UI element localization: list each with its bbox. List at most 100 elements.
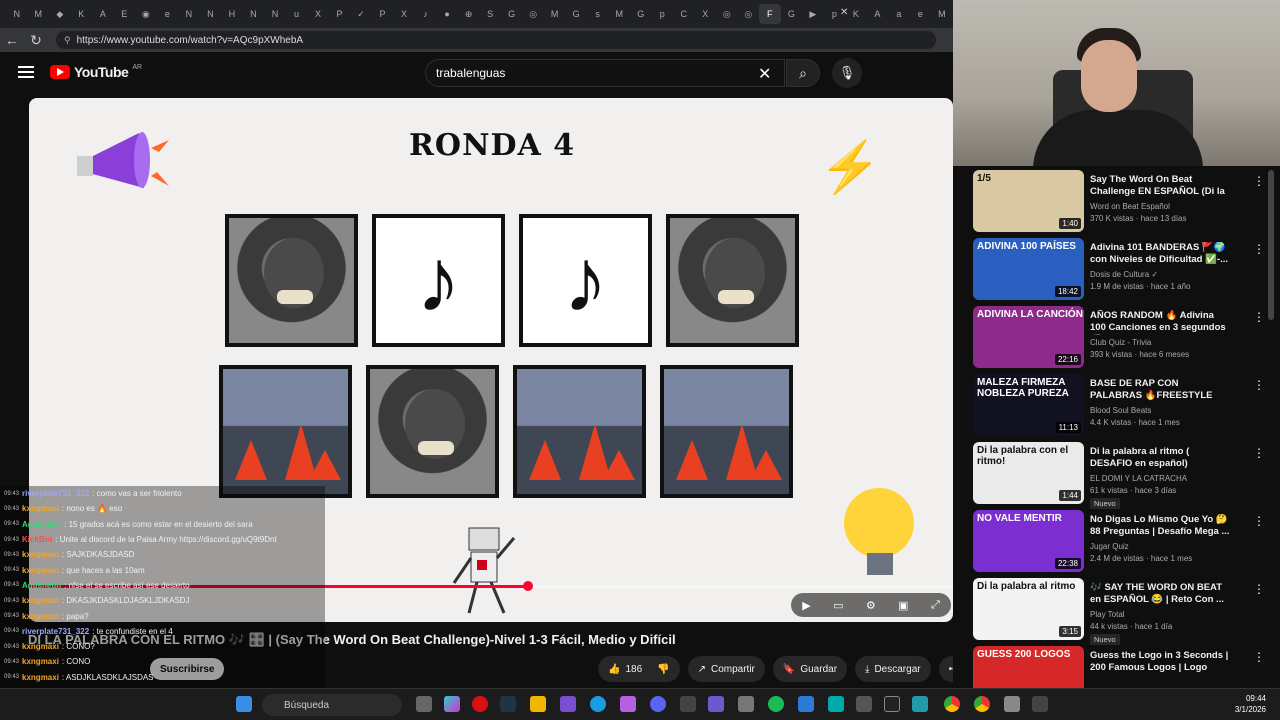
video-thumbnail[interactable]: 1/5 1:40 bbox=[973, 170, 1084, 232]
more-options-icon[interactable]: ⋮ bbox=[1253, 650, 1265, 664]
browser-tab[interactable]: P bbox=[372, 4, 394, 24]
recommended-video[interactable]: Di la palabra al ritmo 3:15 🎶 SAY THE WORD… bbox=[973, 578, 1265, 645]
browser-tab[interactable]: u bbox=[286, 4, 308, 24]
video-thumbnail[interactable]: MALEZA FIRMEZA NOBLEZA PUREZA 11:13 bbox=[973, 374, 1084, 436]
video-thumbnail[interactable]: NO VALE MENTIR 22:38 bbox=[973, 510, 1084, 572]
download-button[interactable]: ⤓ Descargar bbox=[855, 656, 931, 682]
recommended-video[interactable]: GUESS 200 LOGOS Guess the Logo in 3 Secon… bbox=[973, 646, 1265, 688]
recommended-title[interactable]: Di la palabra al ritmo ( DESAFIO en espa… bbox=[1090, 446, 1230, 470]
recommended-title[interactable]: 🎶 SAY THE WORD ON BEAT en ESPAÑOL 😂 | Re… bbox=[1090, 582, 1230, 606]
recommended-title[interactable]: Adivina 101 BANDERAS 🚩🌍 con Niveles de D… bbox=[1090, 242, 1230, 266]
browser-tab[interactable]: X bbox=[307, 4, 329, 24]
vscode-icon[interactable] bbox=[620, 696, 636, 712]
recommended-title[interactable]: BASE DE RAP CON PALABRAS 🔥FREESTYLE RAP … bbox=[1090, 378, 1230, 403]
chrome2-icon[interactable] bbox=[974, 696, 990, 712]
ccleaner-icon[interactable] bbox=[680, 696, 696, 712]
browser-tab[interactable]: ▶ bbox=[802, 4, 824, 24]
browser-tab[interactable]: S bbox=[479, 4, 501, 24]
browser-tab[interactable]: ◎ bbox=[716, 4, 738, 24]
recommended-title[interactable]: No Digas Lo Mismo Que Yo 🤔 88 Preguntas … bbox=[1090, 514, 1230, 538]
windows-start-icon[interactable] bbox=[236, 696, 252, 712]
browser-tab[interactable]: s bbox=[587, 4, 609, 24]
taskbar-search-input[interactable]: Búsqueda bbox=[262, 694, 402, 716]
mail-icon[interactable] bbox=[798, 696, 814, 712]
edge-icon[interactable] bbox=[590, 696, 606, 712]
sidebar-scrollbar[interactable] bbox=[1268, 170, 1274, 320]
progress-scrubber[interactable] bbox=[522, 581, 533, 591]
notepad-icon[interactable] bbox=[738, 696, 754, 712]
spotify-icon[interactable] bbox=[768, 696, 784, 712]
channel-name[interactable]: Dosis de Cultura ✓ bbox=[1090, 270, 1158, 279]
browser-tab[interactable]: G bbox=[781, 4, 803, 24]
voice-search-button[interactable]: 🎙 bbox=[832, 58, 862, 88]
browser-tab[interactable]: K bbox=[71, 4, 93, 24]
recommended-video[interactable]: ADIVINA LA CANCIÓN 22:16 AÑOS RANDOM 🔥 Adi… bbox=[973, 306, 1265, 370]
file-explorer-icon[interactable] bbox=[530, 696, 546, 712]
more-options-icon[interactable]: ⋮ bbox=[1253, 514, 1265, 528]
more-options-icon[interactable]: ⋮ bbox=[1253, 242, 1265, 256]
share-button[interactable]: ↗ Compartir bbox=[687, 656, 765, 682]
browser-tab[interactable]: ◉ bbox=[135, 4, 157, 24]
browser-tab[interactable]: A bbox=[867, 4, 889, 24]
youtube-logo[interactable]: YouTube AR bbox=[50, 64, 142, 80]
app2-icon[interactable] bbox=[856, 696, 872, 712]
more-options-icon[interactable]: ⋮ bbox=[1253, 310, 1265, 324]
fullscreen-icon[interactable]: ⤢ bbox=[931, 599, 940, 612]
photos-icon[interactable] bbox=[828, 696, 844, 712]
site-info-icon[interactable]: ⚲ bbox=[64, 35, 71, 46]
browser-tab[interactable]: X bbox=[695, 4, 717, 24]
settings-gear-icon[interactable]: ⚙ bbox=[866, 599, 876, 612]
recommended-video[interactable]: MALEZA FIRMEZA NOBLEZA PUREZA 11:13 BASE D… bbox=[973, 374, 1265, 438]
search-input[interactable]: trabalenguas bbox=[425, 59, 785, 87]
browser-tab[interactable]: ● bbox=[436, 4, 458, 24]
browser-tab[interactable]: M bbox=[28, 4, 50, 24]
copilot-icon[interactable] bbox=[444, 696, 460, 712]
browser-tab[interactable]: ♪ bbox=[415, 4, 437, 24]
recommended-video[interactable]: 1/5 1:40 Say The Word On Beat Challenge EN… bbox=[973, 170, 1265, 234]
thumbs-down-icon[interactable]: 👎 bbox=[657, 664, 669, 675]
recommended-video[interactable]: Di la palabra con el ritmo! 1:44 Di la pal… bbox=[973, 442, 1265, 509]
opera-icon[interactable] bbox=[472, 696, 488, 712]
more-options-icon[interactable]: ⋮ bbox=[1253, 378, 1265, 392]
back-icon[interactable]: ← bbox=[0, 32, 24, 48]
video-thumbnail[interactable]: ADIVINA LA CANCIÓN 22:16 bbox=[973, 306, 1084, 368]
browser-tab[interactable]: a bbox=[888, 4, 910, 24]
chrome-icon[interactable] bbox=[944, 696, 960, 712]
browser-tab[interactable]: M bbox=[931, 4, 953, 24]
more-options-icon[interactable]: ⋮ bbox=[1253, 582, 1265, 596]
browser-tab[interactable]: M bbox=[544, 4, 566, 24]
recommended-title[interactable]: Guess the Logo in 3 Seconds | 200 Famous… bbox=[1090, 650, 1230, 675]
save-button[interactable]: 🔖 Guardar bbox=[772, 656, 848, 682]
subtitles-icon[interactable]: ▭ bbox=[833, 599, 843, 612]
browser-tab[interactable]: N bbox=[264, 4, 286, 24]
video-thumbnail[interactable]: Di la palabra con el ritmo! 1:44 bbox=[973, 442, 1084, 504]
recommended-title[interactable]: Say The Word On Beat Challenge EN ESPAÑO… bbox=[1090, 174, 1230, 199]
terminal-icon[interactable] bbox=[884, 696, 900, 712]
browser-tab[interactable]: ◎ bbox=[522, 4, 544, 24]
task-view-icon[interactable] bbox=[416, 696, 432, 712]
browser-tab[interactable]: G bbox=[565, 4, 587, 24]
browser-tab[interactable]: P bbox=[329, 4, 351, 24]
channel-name[interactable]: Blood Soul Beats bbox=[1090, 406, 1151, 415]
app-icon[interactable] bbox=[708, 696, 724, 712]
browser-tab[interactable]: E bbox=[114, 4, 136, 24]
browser-tab[interactable]: N bbox=[243, 4, 265, 24]
browser-tab[interactable]: H bbox=[221, 4, 243, 24]
close-tab-icon[interactable]: ✕ bbox=[840, 7, 848, 18]
browser-tab[interactable]: ⊕ bbox=[458, 4, 480, 24]
video-thumbnail[interactable]: GUESS 200 LOGOS bbox=[973, 646, 1084, 688]
channel-name[interactable]: Club Quiz - Trivia bbox=[1090, 338, 1151, 347]
browser-tab[interactable]: p bbox=[651, 4, 673, 24]
browser-tab[interactable]: A bbox=[92, 4, 114, 24]
pen-app-icon[interactable] bbox=[560, 696, 576, 712]
calculator-icon[interactable] bbox=[1032, 696, 1048, 712]
more-options-icon[interactable]: ⋮ bbox=[1253, 174, 1265, 188]
browser-tab[interactable]: ◎ bbox=[738, 4, 760, 24]
browser-tab[interactable]: ✓ bbox=[350, 4, 372, 24]
browser-tab[interactable]: C bbox=[673, 4, 695, 24]
channel-name[interactable]: Jugar Quiz bbox=[1090, 542, 1129, 551]
more-options-icon[interactable]: ⋮ bbox=[1253, 446, 1265, 460]
browser-tab[interactable]: N bbox=[200, 4, 222, 24]
recommended-video[interactable]: NO VALE MENTIR 22:38 No Digas Lo Mismo Que… bbox=[973, 510, 1265, 574]
play-icon[interactable]: ▶ bbox=[802, 599, 810, 612]
